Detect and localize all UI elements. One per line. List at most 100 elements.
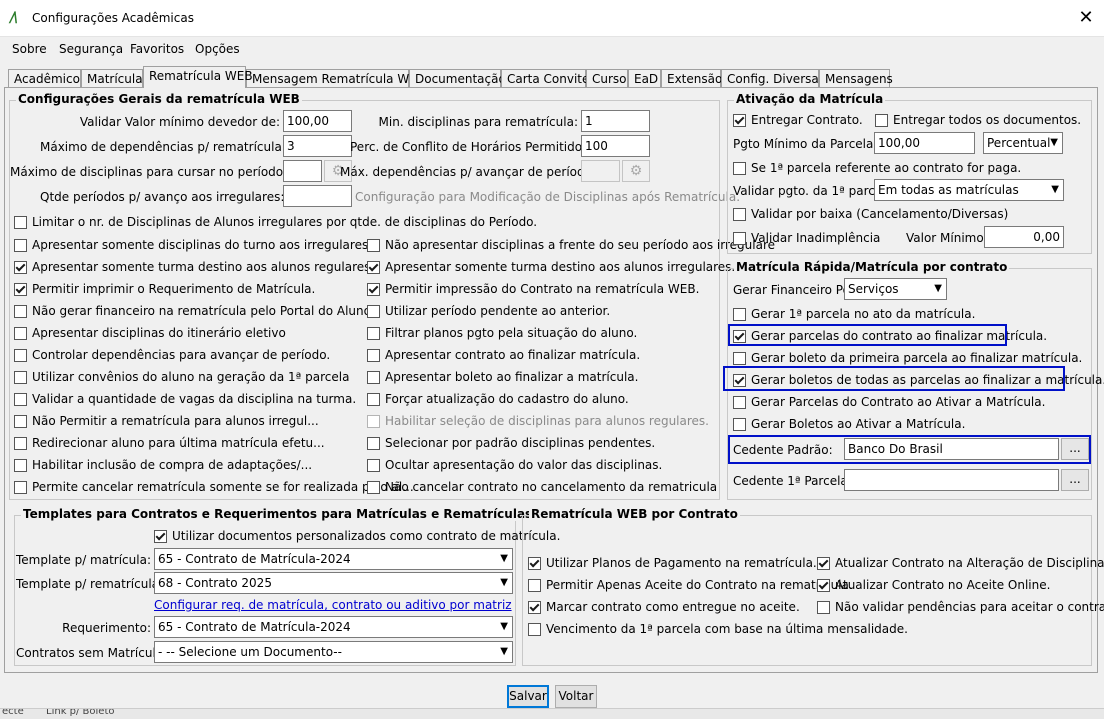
voltar-button[interactable]: Voltar: [555, 685, 597, 708]
requerimento-select[interactable]: 65 - Contrato de Matrícula-2024 ▼: [154, 616, 513, 638]
general-right-checkbox[interactable]: Forçar atualização do cadastro do aluno.: [367, 390, 629, 408]
general-left-checkbox[interactable]: Redirecionar aluno para última matrícula…: [14, 434, 325, 452]
tab-matricula[interactable]: Matrícula: [81, 69, 143, 87]
general-right-checkbox[interactable]: Ocultar apresentação do valor das discip…: [367, 456, 662, 474]
valor-minimo-input[interactable]: 100,00: [283, 110, 352, 132]
general-left-checkbox[interactable]: Apresentar disciplinas do itinerário ele…: [14, 324, 286, 342]
tab-carta-convite[interactable]: Carta Convite: [501, 69, 589, 87]
general-right-checkbox[interactable]: Não cancelar contrato no cancelamento da…: [367, 478, 717, 496]
max-disciplinas-input[interactable]: [283, 160, 322, 182]
app-icon: /\: [10, 10, 18, 26]
general-right-checkbox[interactable]: Utilizar período pendente ao anterior.: [367, 302, 610, 320]
tab-mensagens[interactable]: Mensagens: [819, 69, 893, 87]
checkbox-label: Não cancelar contrato no cancelamento da…: [385, 480, 718, 494]
cedente-parcela-input[interactable]: [844, 469, 1059, 491]
tab-ead[interactable]: EaD: [628, 69, 661, 87]
template-rematricula-select[interactable]: 68 - Contrato 2025 ▼: [154, 572, 513, 594]
web-contrato-left-checkbox[interactable]: Vencimento da 1ª parcela com base na últ…: [528, 620, 908, 638]
web-contrato-left-checkbox[interactable]: Marcar contrato como entregue no aceite.: [528, 598, 800, 616]
cedente-padrao-browse-button[interactable]: ...: [1061, 438, 1089, 460]
checkbox-box: [817, 578, 830, 592]
checkbox-box: [154, 529, 167, 543]
general-left-checkbox[interactable]: Permitir imprimir o Requerimento de Matr…: [14, 280, 315, 298]
general-right-checkbox[interactable]: Permitir impressão do Contrato na rematr…: [367, 280, 699, 298]
validar-inadimplencia-checkbox[interactable]: Validar Inadimplência: [733, 229, 880, 247]
validar-pgto-select[interactable]: Em todas as matrículas ▼: [874, 179, 1064, 201]
max-dep-avancar-input[interactable]: [581, 160, 620, 182]
tab-documentacao[interactable]: Documentação: [409, 69, 506, 87]
limitar-disciplinas-checkbox[interactable]: Limitar o nr. de Disciplinas de Alunos i…: [14, 213, 537, 231]
tab-curso[interactable]: Curso: [586, 69, 628, 87]
tab-rematricula-web[interactable]: Rematrícula WEB: [143, 66, 253, 88]
gear-icon: ⚙: [622, 160, 650, 182]
checkbox-box: [367, 436, 380, 450]
rapida-checkbox[interactable]: Gerar 1ª parcela no ato da matrícula.: [733, 305, 975, 323]
qtde-periodos-input[interactable]: [283, 185, 352, 207]
utilizar-documentos-checkbox[interactable]: Utilizar documentos personalizados como …: [154, 527, 560, 545]
web-contrato-right-checkbox[interactable]: Não validar pendências para aceitar o co…: [817, 598, 1104, 616]
menu-favoritos[interactable]: Favoritos: [130, 42, 184, 56]
checkbox-label: Entregar todos os documentos.: [893, 113, 1082, 127]
pgto-minimo-label: Pgto Mínimo da Parcela:: [733, 137, 878, 151]
checkbox-label: Habilitar seleção de disciplinas para al…: [385, 414, 709, 428]
general-right-checkbox[interactable]: Apresentar contrato ao finalizar matrícu…: [367, 346, 640, 364]
checkbox-box: [733, 417, 746, 431]
matricula-rapida-title: Matrícula Rápida/Matrícula por contrato: [734, 260, 1010, 274]
web-contrato-right-checkbox[interactable]: Atualizar Contrato na Alteração de Disci…: [817, 554, 1104, 572]
general-right-checkbox[interactable]: Não apresentar disciplinas a frente do s…: [367, 236, 775, 254]
select-value: Em todas as matrículas: [878, 183, 1019, 197]
valor-minimo-ativ-input[interactable]: 0,00: [984, 226, 1064, 248]
perc-conflito-input[interactable]: 100: [581, 135, 650, 157]
validar-baixa-checkbox[interactable]: Validar por baixa (Cancelamento/Diversas…: [733, 205, 1008, 223]
entregar-todos-checkbox[interactable]: Entregar todos os documentos.: [875, 111, 1081, 129]
web-contrato-left-checkbox[interactable]: Permitir Apenas Aceite do Contrato na re…: [528, 576, 853, 594]
tab-extensao[interactable]: Extensão: [661, 69, 722, 87]
general-right-checkbox[interactable]: Habilitar seleção de disciplinas para al…: [367, 412, 709, 430]
checkbox-label: Gerar Parcelas do Contrato ao Ativar a M…: [751, 395, 1046, 409]
rapida-checkbox[interactable]: Gerar Boletos ao Ativar a Matrícula.: [733, 415, 965, 433]
menu-seguranca[interactable]: Segurança: [59, 42, 123, 56]
web-contrato-right-checkbox[interactable]: Atualizar Contrato no Aceite Online.: [817, 576, 1050, 594]
general-right-checkbox[interactable]: Apresentar somente turma destino aos alu…: [367, 258, 735, 276]
general-left-checkbox[interactable]: Habilitar inclusão de compra de adaptaçõ…: [14, 456, 312, 474]
general-left-checkbox[interactable]: Validar a quantidade de vagas da discipl…: [14, 390, 356, 408]
cedente-padrao-input[interactable]: Banco Do Brasil: [844, 438, 1059, 460]
menu-opcoes[interactable]: Opções: [195, 42, 240, 56]
general-right-checkbox[interactable]: Apresentar boleto ao finalizar a matrícu…: [367, 368, 638, 386]
max-dep-avancar-label: Máx. dependências p/ avançar de período:: [340, 165, 597, 179]
checkbox-label: Utilizar Planos de Pagamento na rematríc…: [546, 556, 817, 570]
general-left-checkbox[interactable]: Não Permitir a rematrícula para alunos i…: [14, 412, 319, 430]
checkbox-label: Habilitar inclusão de compra de adaptaçõ…: [32, 458, 313, 472]
close-icon[interactable]: ✕: [1072, 6, 1100, 30]
web-contrato-left-checkbox[interactable]: Utilizar Planos de Pagamento na rematríc…: [528, 554, 817, 572]
gerar-financeiro-select[interactable]: Serviços ▼: [844, 278, 947, 300]
cedente-parcela-browse-button[interactable]: ...: [1061, 469, 1089, 491]
background-text: Link p/ Boleto: [46, 708, 115, 717]
general-left-checkbox[interactable]: Controlar dependências para avançar de p…: [14, 346, 330, 364]
tab-academico[interactable]: Acadêmico: [8, 69, 81, 87]
config-modificacao-label: Configuração para Modificação de Discipl…: [355, 190, 741, 204]
entregar-contrato-checkbox[interactable]: Entregar Contrato.: [733, 111, 863, 129]
pgto-minimo-input[interactable]: 100,00: [874, 132, 975, 154]
se-primeira-checkbox[interactable]: Se 1ª parcela referente ao contrato for …: [733, 159, 1021, 177]
general-left-checkbox[interactable]: Permite cancelar rematrícula somente se …: [14, 478, 414, 496]
general-right-checkbox[interactable]: Selecionar por padrão disciplinas penden…: [367, 434, 655, 452]
rapida-checkbox[interactable]: Gerar boleto da primeira parcela ao fina…: [733, 349, 1082, 367]
general-left-checkbox[interactable]: Não gerar financeiro na rematrícula pelo…: [14, 302, 375, 320]
tab-config-diversas[interactable]: Config. Diversas: [721, 69, 825, 87]
min-disciplinas-input[interactable]: 1: [581, 110, 650, 132]
tab-mensagem-rematricula[interactable]: Mensagem Rematrícula WEB: [246, 69, 425, 87]
pgto-tipo-select[interactable]: Percentual ▼: [983, 132, 1063, 154]
contratos-sem-select[interactable]: - -- Selecione um Documento-- ▼: [154, 641, 513, 663]
salvar-button[interactable]: Salvar: [507, 685, 549, 708]
general-left-checkbox[interactable]: Apresentar somente disciplinas do turno …: [14, 236, 372, 254]
general-left-checkbox[interactable]: Utilizar convênios do aluno na geração d…: [14, 368, 349, 386]
menu-sobre[interactable]: Sobre: [12, 42, 47, 56]
general-right-checkbox[interactable]: Filtrar planos pgto pela situação do alu…: [367, 324, 637, 342]
checkbox-label: Apresentar disciplinas do itinerário ele…: [32, 326, 286, 340]
general-left-checkbox[interactable]: Apresentar somente turma destino aos alu…: [14, 258, 374, 276]
max-dependencias-input[interactable]: 3: [283, 135, 352, 157]
rapida-checkbox[interactable]: Gerar Parcelas do Contrato ao Ativar a M…: [733, 393, 1045, 411]
template-matricula-select[interactable]: 65 - Contrato de Matrícula-2024 ▼: [154, 548, 513, 570]
configurar-req-link[interactable]: Configurar req. de matrícula, contrato o…: [154, 598, 512, 612]
